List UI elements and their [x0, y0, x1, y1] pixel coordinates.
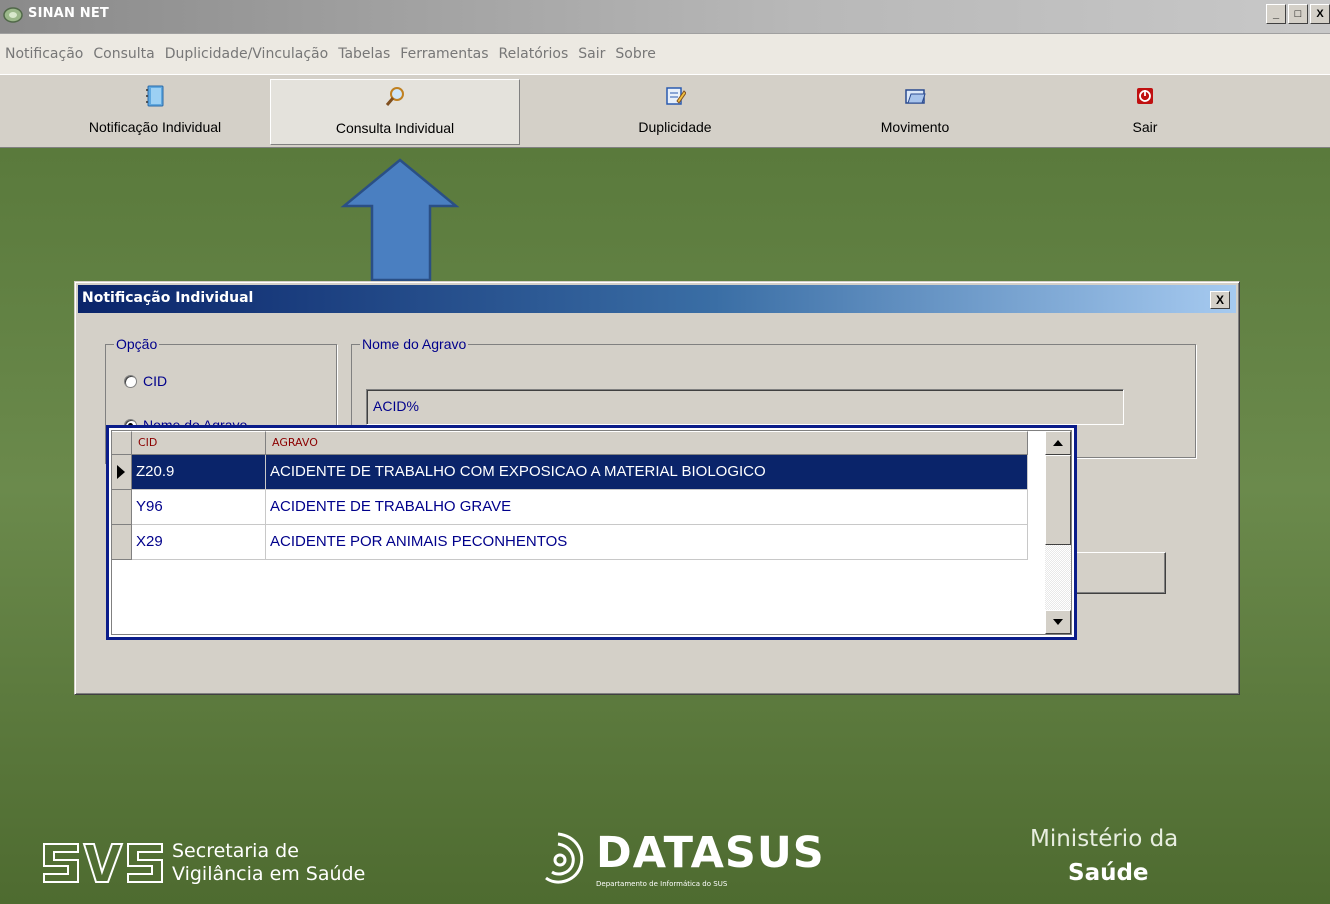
toolbar-consulta-individual-button[interactable]: Consulta Individual — [270, 79, 520, 145]
svs-logo — [43, 843, 163, 883]
toolbar-notificacao-individual-button[interactable]: Notificação Individual — [40, 79, 270, 145]
ministerio-line-2: Saúde — [1068, 860, 1149, 886]
grid-vertical-scrollbar[interactable] — [1045, 431, 1071, 634]
datasus-title: DATASUS — [596, 828, 825, 878]
notebook-icon — [146, 85, 164, 107]
folder-icon — [905, 89, 926, 104]
toolbar-movimento-button[interactable]: Movimento — [800, 79, 1030, 145]
agravo-search-input[interactable]: ACID% — [366, 389, 1124, 425]
grid-body: CID AGRAVO Z20.9 ACIDENTE DE TRABALHO CO… — [111, 430, 1072, 635]
menu-sair[interactable]: Sair — [573, 46, 610, 62]
scroll-up-button[interactable] — [1045, 431, 1071, 455]
dialog-close-button[interactable]: X — [1210, 291, 1230, 309]
svs-line-1: Secretaria de — [172, 840, 299, 862]
grid-header-row: CID AGRAVO — [112, 431, 1028, 455]
datasus-swirl-icon — [545, 832, 584, 884]
cell-agravo: ACIDENTE DE TRABALHO COM EXPOSICAO A MAT… — [266, 455, 1028, 490]
agravo-results-grid: CID AGRAVO Z20.9 ACIDENTE DE TRABALHO CO… — [106, 425, 1077, 640]
cell-agravo: ACIDENTE POR ANIMAIS PECONHENTOS — [266, 525, 1028, 560]
grid-header-agravo[interactable]: AGRAVO — [266, 431, 1028, 455]
dialog-title-bar: Notificação Individual X — [78, 285, 1236, 313]
current-row-arrow-icon — [117, 465, 125, 479]
window-controls: _ □ X — [1266, 4, 1330, 28]
grid-header-cid[interactable]: CID — [132, 431, 266, 455]
menu-notificacao[interactable]: Notificação — [0, 46, 88, 62]
menu-sobre[interactable]: Sobre — [610, 46, 660, 62]
scroll-thumb[interactable] — [1045, 455, 1071, 545]
power-icon — [1137, 88, 1153, 104]
sinan-app-icon — [3, 7, 23, 23]
scroll-up-arrow-icon — [1053, 440, 1063, 446]
cell-agravo: ACIDENTE DE TRABALHO GRAVE — [266, 490, 1028, 525]
table-row[interactable]: X29 ACIDENTE POR ANIMAIS PECONHENTOS — [112, 525, 1028, 560]
cell-cid: X29 — [132, 525, 266, 560]
window-title-bar: SINAN NET _ □ X — [0, 0, 1330, 34]
row-indicator — [112, 490, 132, 525]
maximize-button[interactable]: □ — [1288, 4, 1308, 24]
toolbar-label: Movimento — [880, 119, 950, 135]
toolbar: Notificação Individual Consulta Individu… — [0, 74, 1330, 148]
menu-relatorios[interactable]: Relatórios — [494, 46, 574, 62]
scroll-down-button[interactable] — [1045, 610, 1071, 634]
agravo-group-title: Nome do Agravo — [360, 336, 469, 352]
radio-cid[interactable]: CID — [124, 373, 167, 389]
ministerio-line-1: Ministério da — [1030, 826, 1179, 852]
toolbar-label: Notificação Individual — [88, 119, 222, 135]
toolbar-label: Duplicidade — [638, 119, 712, 135]
magnifier-icon — [385, 87, 404, 106]
duplicate-edit-icon — [666, 87, 686, 105]
scroll-down-arrow-icon — [1053, 619, 1063, 625]
datasus-subtitle: Departamento de Informática do SUS — [596, 880, 728, 888]
grid-header-indicator — [112, 431, 132, 455]
menu-duplicidade-vinculacao[interactable]: Duplicidade/Vinculação — [160, 46, 334, 62]
menu-tabelas[interactable]: Tabelas — [333, 46, 395, 62]
table-row[interactable]: Z20.9 ACIDENTE DE TRABALHO COM EXPOSICAO… — [112, 455, 1028, 490]
menu-bar: Notificação Consulta Duplicidade/Vincula… — [0, 34, 1330, 74]
cell-cid: Y96 — [132, 490, 266, 525]
toolbar-sair-button[interactable]: Sair — [1030, 79, 1260, 145]
row-indicator — [112, 525, 132, 560]
row-indicator — [112, 455, 132, 490]
radio-cid-label: CID — [143, 373, 168, 389]
dialog-title: Notificação Individual — [82, 290, 254, 306]
option-group-title: Opção — [114, 336, 160, 352]
toolbar-label: Consulta Individual — [335, 120, 455, 136]
radio-cid-circle — [124, 374, 137, 388]
menu-consulta[interactable]: Consulta — [88, 46, 159, 62]
close-window-button[interactable]: X — [1310, 4, 1330, 24]
toolbar-duplicidade-button[interactable]: Duplicidade — [560, 79, 790, 145]
table-row[interactable]: Y96 ACIDENTE DE TRABALHO GRAVE — [112, 490, 1028, 525]
toolbar-label: Sair — [1132, 119, 1158, 135]
window-title: SINAN NET — [28, 6, 109, 21]
up-arrow-annotation — [340, 158, 460, 282]
menu-ferramentas[interactable]: Ferramentas — [395, 46, 493, 62]
svs-line-2: Vigilância em Saúde — [172, 863, 366, 885]
minimize-button[interactable]: _ — [1266, 4, 1286, 24]
cell-cid: Z20.9 — [132, 455, 266, 490]
svs-text: Secretaria de Vigilância em Saúde — [172, 840, 365, 886]
